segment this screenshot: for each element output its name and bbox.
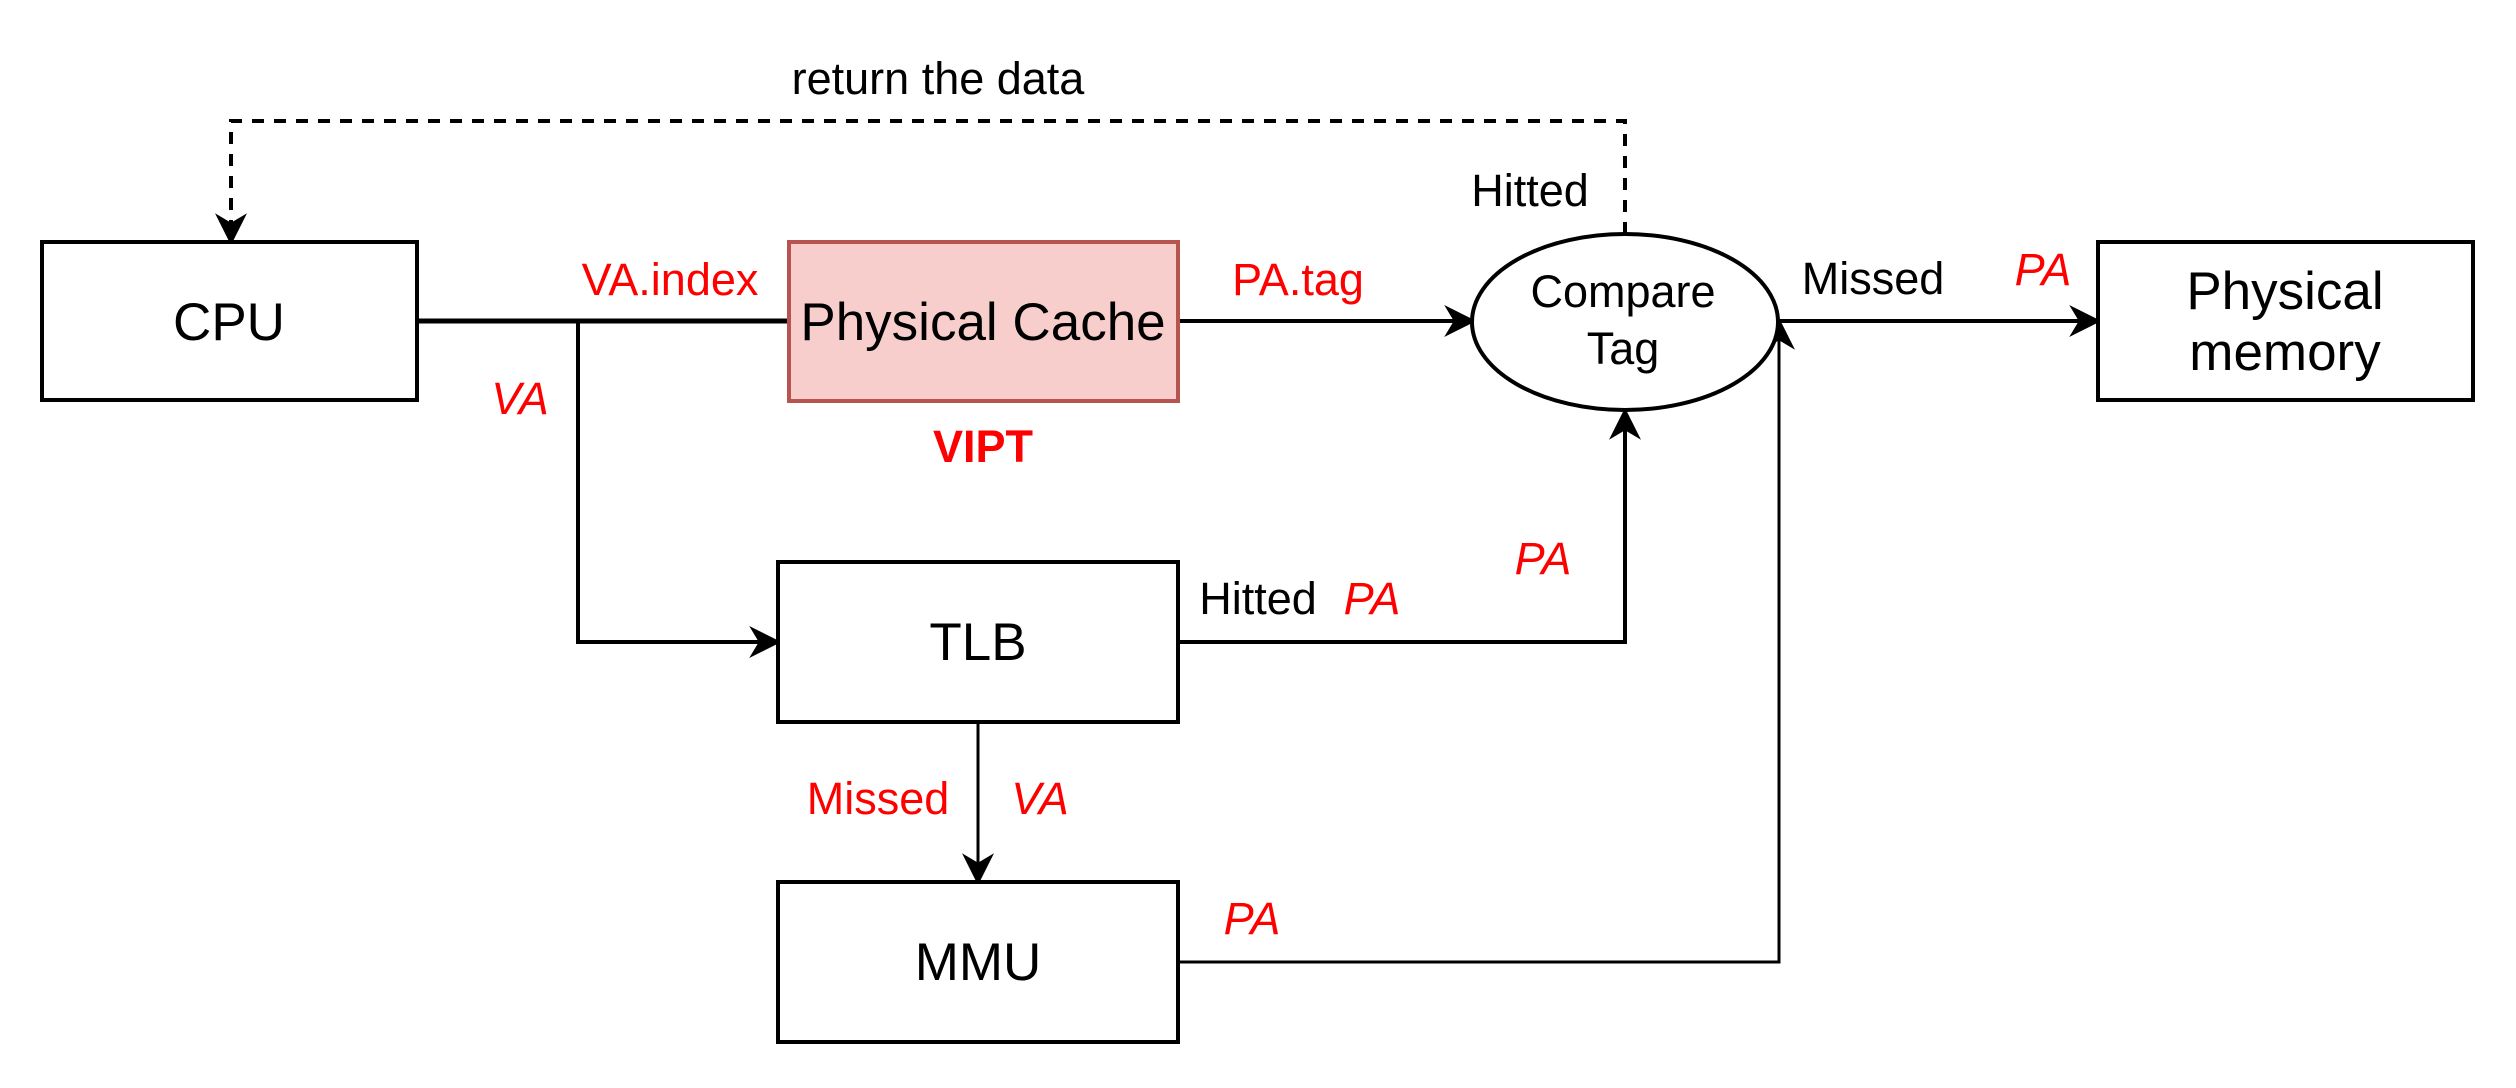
node-compare-tag[interactable]: Compare Tag	[1470, 232, 1780, 412]
node-cpu-label: CPU	[173, 293, 285, 352]
edge-return-data[interactable]	[215, 119, 1627, 246]
node-physical-cache[interactable]: Physical Cache	[787, 240, 1180, 403]
label-hitted-tlb: Hitted	[1199, 573, 1317, 624]
vipt-cache-diagram: CPU Physical Cache VIPT Compare Tag Phys…	[40, 53, 2475, 1044]
label-missed-tlb: Missed	[807, 773, 950, 824]
node-tlb-label: TLB	[929, 613, 1026, 672]
label-va-mmu: VA	[1011, 773, 1069, 824]
node-compare-line1: Compare	[1530, 266, 1715, 317]
node-cache-label: Physical Cache	[800, 293, 1165, 352]
node-cpu[interactable]: CPU	[40, 240, 419, 402]
node-physical-memory[interactable]: Physical memory	[2096, 240, 2475, 402]
label-pa-memory: PA	[2015, 244, 2072, 295]
label-pa-tlb-vertical: PA	[1515, 533, 1572, 584]
node-mmu-label: MMU	[915, 933, 1042, 992]
label-hitted-compare: Hitted	[1471, 165, 1589, 216]
label-pa-mmu: PA	[1224, 893, 1281, 944]
node-tlb[interactable]: TLB	[776, 560, 1180, 724]
label-pa-tag: PA.tag	[1232, 254, 1364, 305]
label-missed-memory: Missed	[1802, 253, 1945, 304]
node-memory-line1: Physical	[2186, 262, 2383, 321]
label-pa-tlb: PA	[1344, 573, 1401, 624]
node-memory-line2: memory	[2189, 323, 2381, 382]
label-va-branch: VA	[491, 373, 549, 424]
node-mmu[interactable]: MMU	[776, 880, 1180, 1044]
edge-cpu-to-tlb[interactable]	[576, 321, 782, 658]
node-compare-line2: Tag	[1587, 323, 1660, 374]
label-return-the-data: return the data	[792, 53, 1086, 104]
label-va-index: VA.index	[582, 254, 759, 305]
cache-type-caption: VIPT	[933, 421, 1033, 472]
